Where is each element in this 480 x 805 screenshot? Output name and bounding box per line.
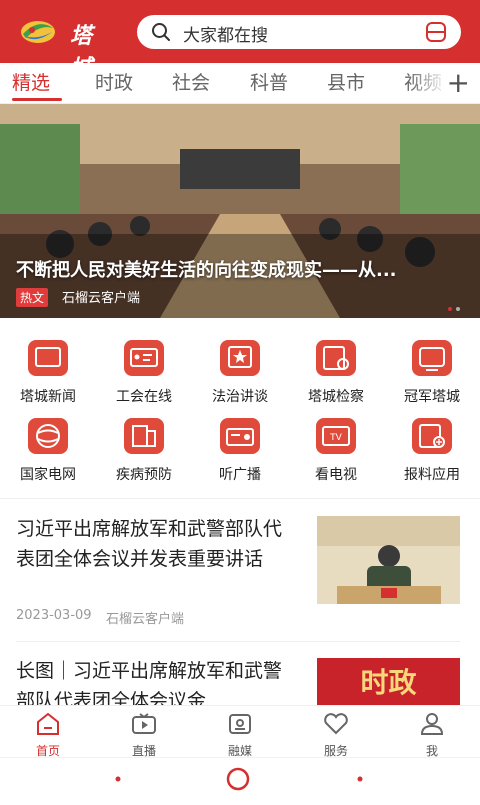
section-divider: [0, 498, 480, 499]
tab-fade: [408, 63, 448, 103]
media-icon: [229, 714, 251, 734]
disease-prevention-icon: [124, 418, 164, 454]
tab-counties[interactable]: 县市: [327, 68, 365, 95]
service-tacheng-news[interactable]: 塔城新闻: [0, 338, 96, 406]
news-date: 2023-03-09: [16, 608, 92, 623]
service-label: 法治讲谈: [212, 389, 268, 405]
add-tab-icon[interactable]: +: [447, 63, 470, 103]
tab-politics[interactable]: 时政: [95, 68, 133, 95]
service-state-grid[interactable]: 国家电网: [0, 416, 96, 484]
app-header: 塔城 大家都在搜: [0, 0, 480, 81]
svg-text:TV: TV: [329, 433, 342, 443]
news-separator: [16, 641, 460, 642]
hot-tag-badge: 热文: [16, 288, 49, 307]
news-thumbnail: [317, 516, 460, 604]
service-label: 塔城新闻: [20, 389, 76, 405]
banner-carousel[interactable]: 不断把人民对美好生活的向往变成现实——从... 热文 石榴云客户端: [0, 104, 480, 318]
tacheng-news-icon: [28, 340, 68, 376]
nav-media[interactable]: 融媒: [192, 712, 288, 759]
news-item[interactable]: 习近平出席解放军和武警部队代表团全体会议并发表重要讲话 2023-03-09 石…: [0, 510, 480, 642]
service-law-talk[interactable]: 法治讲谈: [192, 338, 288, 406]
service-tv[interactable]: TV 看电视: [288, 416, 384, 484]
report-icon: [412, 418, 452, 454]
union-card-icon: [124, 340, 164, 376]
system-navigation-bar: [0, 757, 480, 801]
system-back-button[interactable]: [357, 776, 363, 782]
nav-live[interactable]: 直播: [96, 712, 192, 759]
service-label: 疾病预防: [116, 467, 172, 483]
service-label: 工会在线: [116, 389, 172, 405]
news-thumbnail: 时政: [317, 658, 460, 705]
banner-title[interactable]: 不断把人民对美好生活的向往变成现实——从...: [16, 256, 466, 282]
search-icon: [152, 23, 170, 41]
law-star-icon: [220, 340, 260, 376]
news-item[interactable]: 长图｜习近平出席解放军和武警部队代表团全体会议金 时政: [0, 652, 480, 705]
category-tabs: 精选 时政 社会 科普 县市 视频 +: [0, 63, 480, 104]
banner-image: [0, 104, 480, 318]
live-icon: [132, 713, 156, 734]
service-label: 塔城检察: [308, 389, 364, 405]
logo-emblem-icon: [21, 21, 55, 43]
system-home-button[interactable]: [226, 767, 250, 791]
news-title[interactable]: 习近平出席解放军和武警部队代表团全体会议并发表重要讲话: [16, 514, 298, 574]
service-label: 报料应用: [404, 467, 460, 483]
news-source: 石榴云客户端: [106, 612, 185, 627]
service-champion[interactable]: 冠军塔城: [384, 338, 480, 406]
nav-home[interactable]: 首页: [0, 712, 96, 759]
news-title[interactable]: 长图｜习近平出席解放军和武警部队代表团全体会议金: [16, 656, 298, 705]
service-label: 看电视: [315, 467, 357, 483]
service-disease-prevention[interactable]: 疾病预防: [96, 416, 192, 484]
service-union-online[interactable]: 工会在线: [96, 338, 192, 406]
service-label: 国家电网: [20, 467, 76, 483]
bottom-navigation: 首页 直播 融媒 服务 我: [0, 705, 480, 758]
nav-service[interactable]: 服务: [288, 712, 384, 759]
tv-icon: TV: [316, 418, 356, 454]
service-label: 冠军塔城: [404, 389, 460, 405]
service-heart-icon: [324, 713, 348, 735]
search-placeholder: 大家都在搜: [183, 26, 268, 46]
state-grid-icon: [28, 418, 68, 454]
service-procuratorate[interactable]: 塔城检察: [288, 338, 384, 406]
scan-icon[interactable]: [425, 21, 447, 43]
service-label: 听广播: [219, 467, 261, 483]
champion-icon: [412, 340, 452, 376]
nav-profile[interactable]: 我: [384, 712, 480, 759]
search-bar[interactable]: 大家都在搜: [137, 15, 461, 49]
banner-source: 石榴云客户端: [62, 291, 141, 306]
profile-icon: [420, 713, 444, 735]
recent-apps-button[interactable]: [115, 776, 121, 782]
carousel-dots: [444, 296, 460, 315]
radio-icon: [220, 418, 260, 454]
service-radio[interactable]: 听广播: [192, 416, 288, 484]
active-tab-indicator: [12, 98, 62, 101]
service-grid: 塔城新闻 工会在线 法治讲谈 塔城检察 冠军塔城 国家电网 疾病预防 听广播 T…: [0, 318, 480, 498]
app-logo[interactable]: 塔城: [18, 14, 114, 81]
tab-society[interactable]: 社会: [172, 68, 210, 95]
tab-featured[interactable]: 精选: [12, 68, 50, 95]
tab-science[interactable]: 科普: [250, 68, 288, 95]
procuratorate-icon: [316, 340, 356, 376]
home-icon: [37, 712, 59, 735]
service-report[interactable]: 报料应用: [384, 416, 480, 484]
